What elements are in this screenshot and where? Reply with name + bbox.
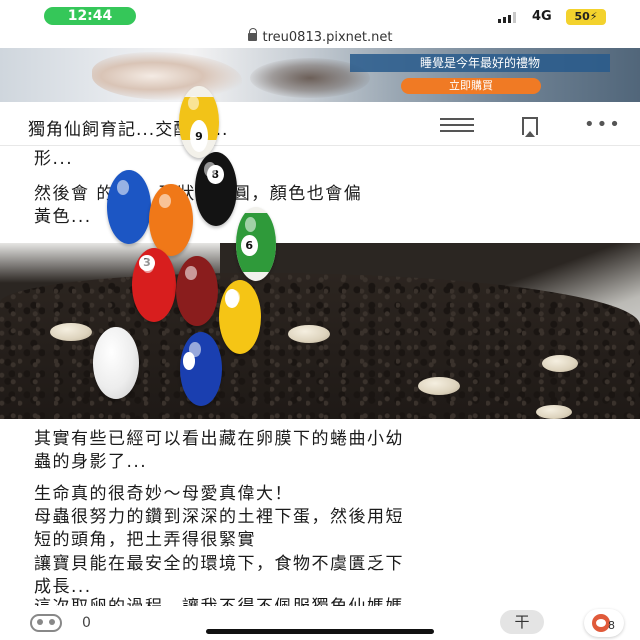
article-text: 蟲的身影了... [34, 452, 148, 472]
battery-level: 50 [574, 10, 590, 23]
article-text: 生命真的很奇妙～母愛真偉大！ [34, 484, 293, 504]
billiard-ball-6: 6 [236, 207, 276, 281]
article-header: 獨角仙飼育記...交配與... ••• [0, 104, 640, 146]
like-count: 0 [82, 615, 91, 631]
lock-icon [247, 28, 258, 41]
billiard-ball-orange [149, 184, 193, 256]
bookmark-icon[interactable] [522, 117, 538, 137]
beetle-egg [50, 323, 92, 341]
cellular-signal-icon [498, 11, 516, 23]
battery-icon: 50⚡ [566, 9, 606, 25]
billiard-ball-3: 3 [132, 248, 176, 322]
beetle-egg [542, 355, 578, 372]
tip-icon[interactable]: 干 [500, 610, 544, 634]
home-indicator[interactable] [206, 629, 434, 634]
ad-image-person [92, 52, 242, 100]
article-photo-eggs-in-soil [0, 243, 640, 419]
ad-buy-button[interactable]: 立即購買 [401, 78, 541, 94]
billiard-ball-cue [93, 327, 139, 399]
billiard-ball-yellow [219, 280, 261, 354]
more-icon[interactable]: ••• [584, 116, 622, 134]
ball-number: 9 [195, 129, 203, 143]
status-bar: 12:44 4G 50⚡ [0, 0, 640, 30]
url-bar[interactable]: treu0813.pixnet.net [0, 28, 640, 48]
like-icon[interactable] [30, 614, 62, 632]
article-text: 其實有些已經可以看出藏在卵膜下的蜷曲小幼 [34, 429, 404, 449]
avatar[interactable]: 8 [584, 609, 624, 637]
avatar-badge: 8 [608, 619, 615, 632]
url-text: treu0813.pixnet.net [262, 30, 393, 45]
article-text: 短的頭角，把土弄得很緊實 [34, 530, 256, 550]
billiard-ball-8: 8 [195, 152, 237, 226]
article-text: 讓寶貝能在最安全的環境下，食物不虞匱乏下 [34, 554, 404, 574]
menu-icon[interactable] [440, 118, 474, 132]
article-text: 形... [34, 149, 74, 169]
article-text: 母蟲很努力的鑽到深深的土裡下蛋，然後用短 [34, 507, 404, 527]
article-text: 黃色... [34, 207, 92, 227]
beetle-egg [288, 325, 330, 343]
billiard-ball-9: 9 [179, 86, 219, 158]
billiard-ball-maroon [176, 256, 218, 326]
billiard-ball-blue [107, 170, 151, 244]
network-type: 4G [532, 9, 552, 24]
status-time: 12:44 [44, 7, 136, 25]
beetle-egg [418, 377, 460, 395]
ad-banner[interactable]: 睡覺是今年最好的禮物 立即購買 [0, 48, 640, 102]
bottom-toolbar: 0 [0, 606, 640, 640]
ball-number: 6 [245, 239, 254, 253]
beetle-egg [536, 405, 572, 419]
billiard-ball-navy [180, 332, 222, 406]
ad-headline: 睡覺是今年最好的禮物 [350, 54, 610, 72]
